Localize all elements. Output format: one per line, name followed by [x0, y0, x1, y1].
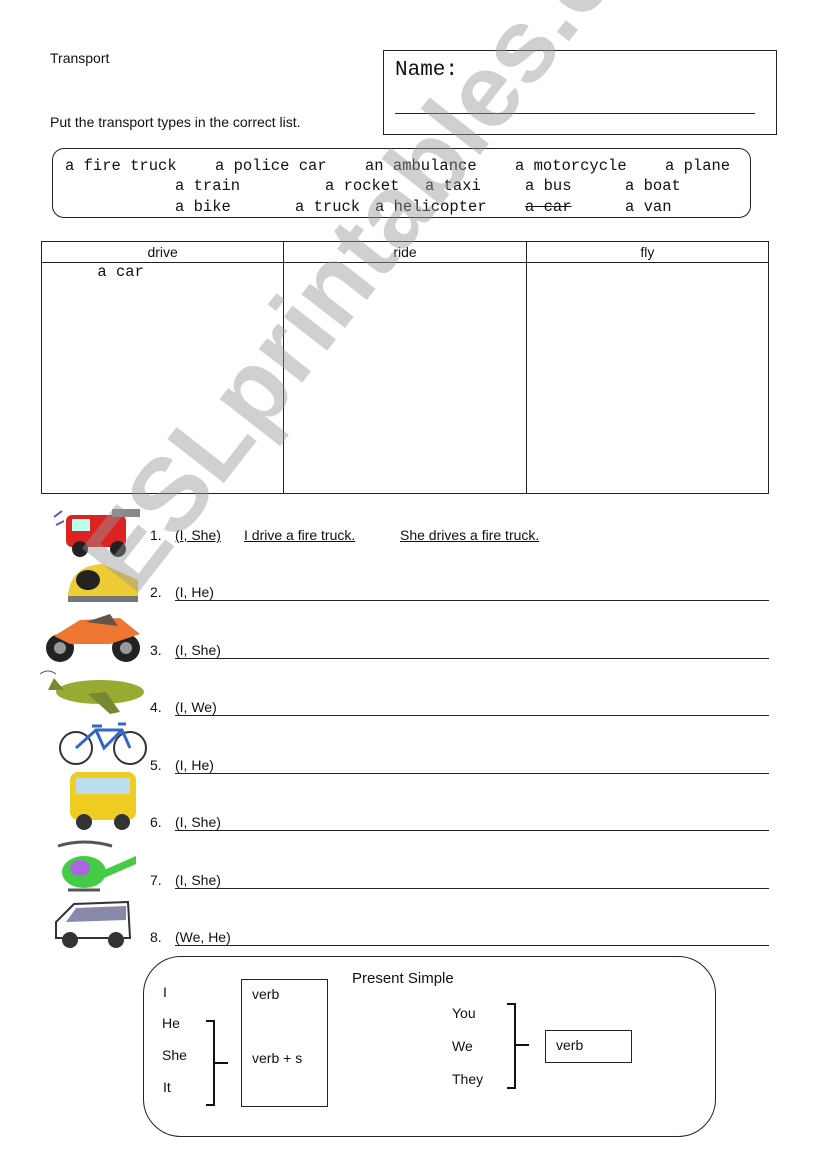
exercise-number: 7.	[150, 872, 162, 888]
word: a boat	[625, 177, 681, 195]
word: an ambulance	[365, 157, 477, 175]
word: a motorcycle	[515, 157, 627, 175]
train-picture	[68, 564, 138, 602]
drive-entry: a car	[97, 263, 144, 281]
pronoun: It	[163, 1079, 171, 1095]
word: a bus	[525, 177, 572, 195]
word: a helicopter	[375, 198, 487, 216]
brace-icon	[507, 1003, 529, 1089]
answer-line[interactable]	[175, 888, 769, 889]
pronoun: She	[162, 1047, 187, 1063]
verb-s-box: verb verb + s	[241, 979, 328, 1107]
instruction: Put the transport types in the correct l…	[50, 114, 301, 130]
exercise-prompt: (I, She)	[175, 642, 221, 658]
column-header-fly: fly	[525, 241, 770, 263]
exercise-prompt: (I, She)	[175, 872, 221, 888]
pronoun: They	[452, 1071, 484, 1087]
exercise-number: 3.	[150, 642, 162, 658]
word-crossed-out: a car	[525, 198, 572, 216]
answer-line[interactable]	[175, 830, 769, 831]
pronoun: You	[452, 1005, 476, 1021]
answer-line[interactable]	[175, 773, 769, 774]
verb-box: verb	[545, 1030, 632, 1063]
exercise-number: 6.	[150, 814, 162, 830]
sort-table: drive ride fly a car	[40, 241, 770, 494]
exercise-prompt: (I, We)	[175, 699, 217, 715]
bus-picture	[70, 772, 136, 830]
ride-cell[interactable]	[283, 262, 527, 494]
word: a fire truck	[65, 157, 177, 175]
name-box: Name:	[383, 50, 777, 135]
exercise-number: 5.	[150, 757, 162, 773]
column-header-ride: ride	[283, 241, 527, 263]
worksheet-page: Transport Put the transport types in the…	[0, 0, 826, 1169]
fire-truck-picture	[53, 509, 140, 557]
exercise-prompt: (I, She)	[175, 814, 221, 830]
pronoun: I	[163, 984, 167, 1000]
exercise-number: 1.	[150, 527, 162, 543]
verb-label: verb	[556, 1037, 584, 1053]
plane-picture	[40, 670, 144, 714]
motorcycle-picture	[46, 614, 140, 662]
word: a plane	[665, 157, 731, 175]
example-answer-2: She drives a fire truck.	[400, 527, 540, 543]
word: a train	[175, 177, 241, 195]
word: a police car	[215, 157, 327, 175]
example-answer: I drive a fire truck.	[244, 527, 356, 543]
grammar-title: Present Simple	[352, 970, 454, 987]
drive-cell[interactable]: a car	[40, 262, 285, 494]
bike-picture	[59, 722, 147, 765]
worksheet-title: Transport	[50, 50, 110, 66]
name-label: Name:	[395, 59, 459, 82]
column-header-drive: drive	[40, 241, 285, 263]
exercise-prompt: (We, He)	[175, 929, 231, 945]
name-field-line[interactable]	[395, 113, 755, 114]
fly-cell[interactable]	[525, 262, 770, 494]
word: a taxi	[425, 177, 481, 195]
word: a bike	[175, 198, 231, 216]
exercise-prompt: (I, She)	[175, 527, 221, 543]
word-bank: a fire truck a police car an ambulance a…	[52, 148, 751, 218]
verb-label: verb	[252, 986, 280, 1002]
answer-line[interactable]	[175, 600, 769, 601]
exercise-number: 2.	[150, 584, 162, 600]
exercise-number: 4.	[150, 699, 162, 715]
word: a rocket	[325, 177, 400, 195]
answer-line[interactable]	[175, 658, 769, 659]
helicopter-picture	[57, 840, 136, 892]
brace-icon	[206, 1020, 228, 1106]
exercise-prompt: (I, He)	[175, 584, 214, 600]
word: a van	[625, 198, 672, 216]
verb-s-label: verb + s	[252, 1050, 303, 1066]
grammar-box: Present Simple I He She It verb verb + s…	[143, 956, 716, 1137]
answer-line[interactable]	[175, 945, 769, 946]
van-picture	[55, 900, 132, 948]
exercise-prompt: (I, He)	[175, 757, 214, 773]
word: a truck	[295, 198, 361, 216]
exercise-number: 8.	[150, 929, 162, 945]
answer-line[interactable]	[175, 715, 769, 716]
pronoun: He	[162, 1015, 180, 1031]
pronoun: We	[452, 1038, 473, 1054]
